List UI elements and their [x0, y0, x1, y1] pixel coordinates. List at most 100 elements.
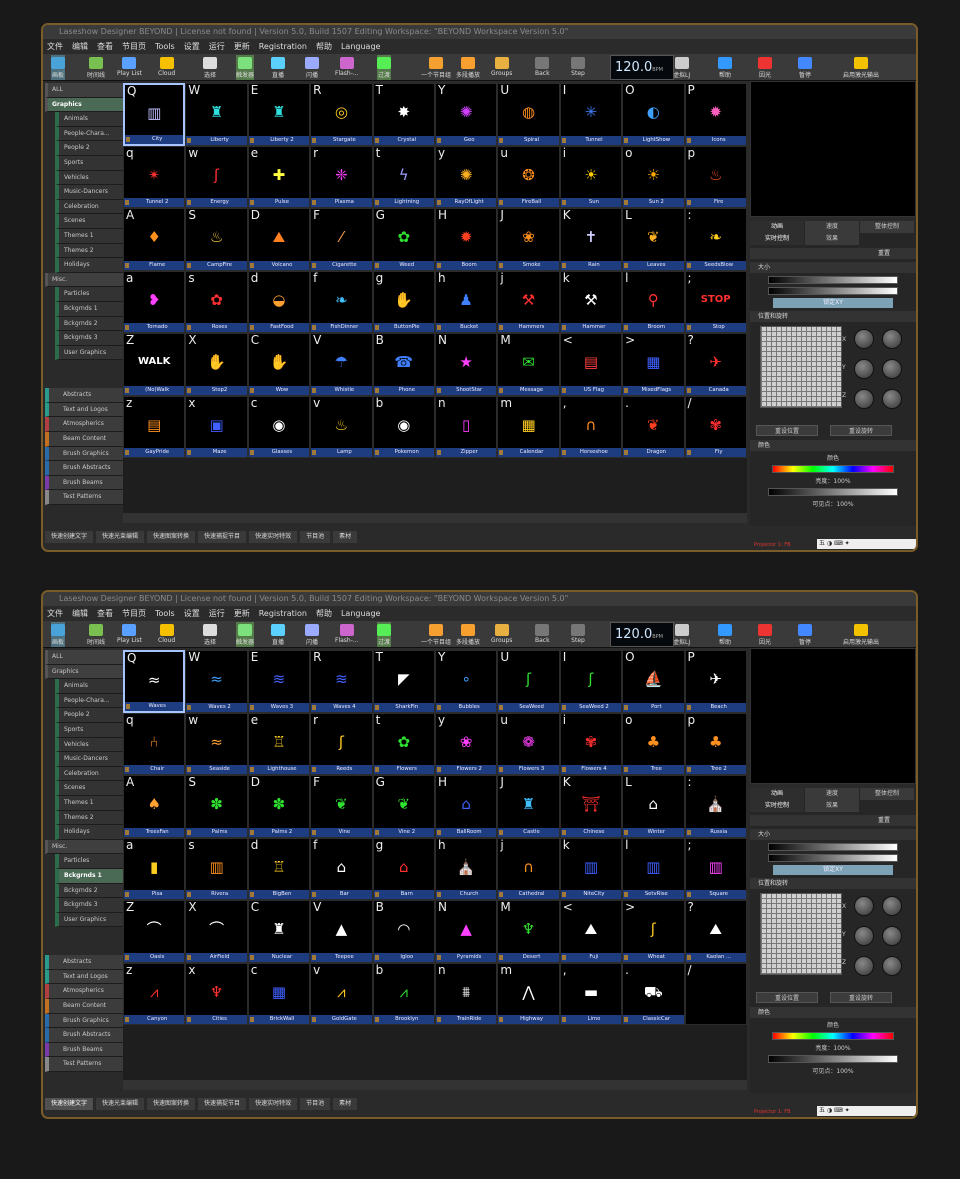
cue-cell[interactable]: k ⚒ Hammer [559, 270, 623, 333]
cue-cell[interactable]: C ✋ Wow [247, 333, 311, 396]
cue-cell[interactable]: f ❧ FishDinner [310, 270, 373, 333]
menu-item[interactable]: 更新 [234, 609, 250, 618]
cue-cell[interactable]: x ▣ Maze [185, 395, 248, 458]
cue-cell[interactable]: G ✿ Weed [372, 208, 435, 271]
bottom-category-item[interactable]: Brush Graphics [45, 446, 123, 462]
toolbar-button[interactable]: 启用激光输出 [843, 55, 879, 80]
cue-cell[interactable]: Y ∘ Bubbles [434, 650, 498, 713]
toolbar-button[interactable]: Groups [491, 55, 512, 80]
toolbar-button[interactable]: Flash-... [335, 622, 359, 647]
category-item[interactable]: Scenes [55, 781, 123, 796]
cue-cell[interactable]: H ✹ Boom [434, 208, 498, 271]
cue-cell[interactable]: Z ⌒ Oasis [123, 900, 186, 963]
toolbar-button[interactable]: Cloud [158, 622, 175, 647]
menu-item[interactable]: Tools [155, 42, 175, 51]
cue-cell[interactable]: t ✿ Flowers [372, 712, 435, 775]
cue-cell[interactable]: ; ▥ Square [684, 837, 747, 900]
cue-cell[interactable]: C ♜ Nuclear [247, 900, 311, 963]
grid-scrollbar[interactable] [123, 1080, 747, 1090]
category-item[interactable]: Themes 1 [55, 795, 123, 811]
category-item[interactable]: Bckgrnds 3 [55, 331, 123, 346]
cue-cell[interactable]: F ⁄ Cigarette [310, 208, 373, 271]
bottom-category-item[interactable]: Text and Logos [45, 402, 123, 418]
cue-cell[interactable]: z ⩘ Canyon [123, 962, 186, 1025]
cue-cell[interactable]: D ✽ Palms 2 [247, 775, 311, 838]
brightness-slider[interactable] [768, 1055, 898, 1063]
cue-cell[interactable]: h ⛪ Church [434, 837, 498, 900]
toolbar-button[interactable]: 闪播 [305, 622, 319, 647]
toolbar-button[interactable]: 帮助 [718, 55, 732, 80]
category-item[interactable]: Bckgrnds 1 [55, 868, 123, 884]
toolbar-button[interactable]: 选择 [203, 55, 217, 80]
cue-cell[interactable]: W ♜ Liberty [185, 83, 248, 146]
cue-cell[interactable]: d ◒ FastFood [247, 270, 311, 333]
cue-cell[interactable]: X ✋ Stop2 [185, 333, 248, 396]
cue-cell[interactable]: s ✿ Roses [185, 270, 248, 333]
cue-cell[interactable]: l ▥ SetvRise [622, 837, 685, 900]
toolbar-button[interactable]: 直播 [271, 55, 285, 80]
bottom-tab[interactable]: 快速创建文字 [45, 531, 94, 543]
reset-button[interactable]: 重置 [878, 250, 890, 257]
cue-cell[interactable]: w ʃ Energy [185, 145, 248, 208]
toolbar-button[interactable]: 虚拟LJ [673, 55, 690, 80]
category-item[interactable]: Vehicles [55, 170, 123, 186]
cue-cell[interactable]: L ⌂ Winter [622, 775, 685, 838]
bottom-tab[interactable]: 快速光束编辑 [96, 1098, 145, 1110]
toolbar-button[interactable]: 帮助 [718, 622, 732, 647]
cue-cell[interactable]: Z WALK (No)Walk [123, 333, 186, 396]
category-item[interactable]: Holidays [55, 258, 123, 273]
cue-cell[interactable]: y ❀ Flowers 2 [434, 712, 498, 775]
toolbar-button[interactable]: 选择 [203, 622, 217, 647]
cue-cell[interactable]: / ✾ Fly [684, 395, 747, 458]
bottom-category-item[interactable]: Text and Logos [45, 969, 123, 985]
rotation-knob[interactable] [854, 329, 874, 349]
cue-cell[interactable]: A ♠ TreesFan [123, 775, 186, 838]
category-item[interactable]: Bckgrnds 2 [55, 883, 123, 899]
toolbar-button[interactable]: 因光 [758, 622, 772, 647]
toolbar-button[interactable]: 多段播放 [456, 55, 480, 80]
cue-cell[interactable]: V ☂ Whistle [310, 333, 373, 396]
hue-slider[interactable] [772, 465, 894, 473]
category-item[interactable]: Bckgrnds 1 [55, 301, 123, 317]
cue-cell[interactable]: ? ✈ Canada [684, 333, 747, 396]
toolbar-button[interactable]: 时间线 [87, 55, 105, 80]
bpm-display[interactable]: 120.0BPM [610, 55, 674, 80]
cue-cell[interactable]: K ⛩ Chinese [559, 775, 623, 838]
category-item[interactable]: Themes 2 [55, 810, 123, 826]
cue-cell[interactable]: E ♜ Liberty 2 [247, 83, 311, 146]
cue-cell[interactable]: ; STOP Stop [684, 270, 747, 333]
cue-cell[interactable]: D ⛰ Volcano [247, 208, 311, 271]
cue-cell[interactable]: , ▬ Limo [559, 962, 623, 1025]
cue-cell[interactable]: < ▤ US Flag [559, 333, 623, 396]
cue-cell[interactable]: Q ≈ Waves [123, 650, 186, 713]
cue-cell[interactable]: b ◉ Pokemon [372, 395, 435, 458]
cue-cell[interactable]: A ♦ Flame [123, 208, 186, 271]
cue-cell[interactable]: U ◍ Spiral [497, 83, 560, 146]
cue-cell[interactable]: N ★ ShootStar [434, 333, 498, 396]
rotation-knob[interactable] [882, 389, 902, 409]
cue-cell[interactable]: m ▦ Calendar [497, 395, 560, 458]
cue-cell[interactable]: k ▥ NiteCity [559, 837, 623, 900]
bottom-tab[interactable]: 节目池 [300, 531, 331, 543]
cue-cell[interactable]: R ◎ Stargate [310, 83, 373, 146]
reset-rotation-button[interactable]: 重设旋转 [830, 992, 892, 1003]
menu-item[interactable]: 文件 [47, 609, 63, 618]
cue-cell[interactable]: X ⌒ AirField [185, 900, 248, 963]
control-tab[interactable]: 整体控制 [860, 221, 914, 233]
toolbar-button[interactable]: 因光 [758, 55, 772, 80]
category-item[interactable]: Bckgrnds 2 [55, 316, 123, 332]
cue-cell[interactable]: I ✳ Tunnel [559, 83, 623, 146]
cue-cell[interactable]: p ♨ Fire [684, 145, 747, 208]
cue-cell[interactable]: s ▥ Rivera [185, 837, 248, 900]
bottom-tab[interactable]: 快速图案转换 [147, 531, 196, 543]
toolbar-button[interactable]: Cloud [158, 55, 175, 80]
cue-cell[interactable]: t ϟ Lightning [372, 145, 435, 208]
cue-cell[interactable]: S ♨ CampFire [185, 208, 248, 271]
cue-cell[interactable]: a ❥ Tornado [123, 270, 186, 333]
cue-cell[interactable]: O ◐ LightShow [622, 83, 685, 146]
cue-cell[interactable]: : ❧ SeedsBlow [684, 208, 747, 271]
category-item[interactable]: Graphics [45, 664, 123, 680]
bottom-tab[interactable]: 素材 [333, 1098, 358, 1110]
cue-cell[interactable]: F ❦ Vine [310, 775, 373, 838]
cue-cell[interactable]: o ☀ Sun 2 [622, 145, 685, 208]
